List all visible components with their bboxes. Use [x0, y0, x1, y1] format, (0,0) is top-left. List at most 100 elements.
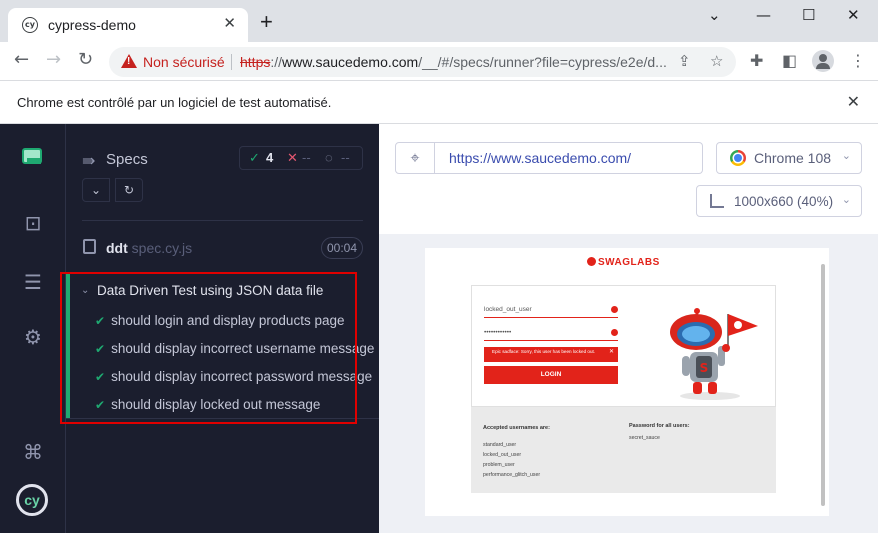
check-icon: ✔ [95, 398, 106, 412]
star-icon[interactable]: ☆ [710, 52, 723, 70]
crosshair-icon[interactable]: ⌖ [395, 142, 435, 174]
chevron-down-icon[interactable]: ⌄ [81, 285, 89, 296]
profile-icon[interactable] [812, 50, 834, 72]
reporter-divider [82, 220, 363, 221]
error-close-icon[interactable]: ✕ [609, 349, 614, 356]
preview-scrollbar[interactable] [821, 264, 825, 506]
failed-icon: ✕ [287, 150, 298, 165]
share-icon[interactable]: ⇪ [678, 52, 691, 70]
cypress-logo-text: cy [24, 492, 40, 508]
suite-title[interactable]: Data Driven Test using JSON data file [97, 283, 323, 298]
aut-panel: ⌖ https://www.saucedemo.com/ Chrome 108 … [379, 124, 878, 533]
cypress-side-nav: ⊡ ☰ ⚙ ⌘ cy [0, 124, 66, 533]
password-value: •••••••••••• [484, 329, 512, 336]
viewport-label: 1000x660 (40%) [734, 194, 834, 209]
maximize-icon[interactable]: ☐ [802, 6, 815, 24]
swag-logo-icon [587, 257, 596, 266]
test-title: should login and display products page [111, 313, 345, 328]
address-separator [231, 54, 232, 70]
pending-icon: ◌ [325, 150, 333, 165]
username-item: performance_glitch_user [483, 472, 541, 478]
command-icon[interactable]: ⌘ [22, 441, 44, 463]
aut-header: ⌖ https://www.saucedemo.com/ Chrome 108 … [379, 124, 878, 234]
insecure-label[interactable]: Non sécurisé [143, 54, 225, 70]
specs-title[interactable]: Specs [106, 151, 148, 168]
passed-count: 4 [266, 150, 274, 165]
side-panel-icon[interactable]: ◧ [782, 51, 797, 70]
test-row[interactable]: ✔ should display locked out message [95, 397, 375, 417]
rerun-button[interactable]: ↻ [115, 178, 143, 202]
address-bar[interactable]: Non sécurisé https://www.saucedemo.com/_… [109, 47, 736, 77]
tab-close-icon[interactable]: ✕ [223, 14, 236, 32]
aut-url[interactable]: https://www.saucedemo.com/ [435, 142, 703, 174]
reload-icon[interactable]: ↻ [78, 50, 93, 70]
username-input[interactable]: locked_out_user [484, 304, 618, 318]
browser-toolbar: ← → ↻ Non sécurisé https://www.saucedemo… [0, 42, 878, 80]
spec-file-name[interactable]: ddt spec.cy.js [106, 240, 192, 256]
check-icon: ✔ [95, 314, 106, 328]
url-text[interactable]: https://www.saucedemo.com/__/#/specs/run… [240, 54, 670, 70]
list-icon[interactable]: ☰ [22, 271, 44, 293]
app-preview: SWAGLABS locked_out_user •••••••••••• Ep… [425, 248, 829, 516]
title-bar: cy cypress-demo ✕ + ⌄ — ☐ ✕ [0, 0, 878, 42]
viewport-selector[interactable]: 1000x660 (40%) ⌄ [696, 185, 862, 217]
password-input[interactable]: •••••••••••• [484, 327, 618, 341]
chrome-icon [730, 150, 746, 166]
close-window-icon[interactable]: ✕ [847, 6, 860, 24]
test-stats: ✓ 4 ✕ -- ◌ -- [239, 146, 363, 170]
warning-icon[interactable] [121, 54, 137, 68]
test-title: should display incorrect password messag… [111, 369, 373, 384]
accepted-usernames-heading: Accepted usernames are: [483, 425, 550, 431]
new-tab-icon[interactable]: + [260, 11, 273, 33]
url-scheme-separator: :// [270, 54, 283, 70]
error-message: Epic sadface: Sorry, this user has been … [484, 347, 618, 362]
spec-extension: spec.cy.js [127, 240, 193, 256]
runner-icon[interactable]: ⊡ [22, 212, 44, 234]
test-row[interactable]: ✔ should display incorrect password messa… [95, 369, 375, 389]
file-icon [83, 239, 96, 254]
check-icon: ✔ [95, 342, 106, 356]
infobar-text: Chrome est contrôlé par un logiciel de t… [17, 95, 332, 110]
test-row[interactable]: ✔ should login and display products page [95, 313, 375, 333]
cypress-logo-icon[interactable]: cy [16, 484, 48, 516]
gear-icon[interactable]: ⚙ [22, 326, 44, 348]
test-title: should display locked out message [111, 397, 321, 412]
error-icon [611, 306, 618, 313]
credentials-box: Accepted usernames are: standard_user lo… [471, 407, 776, 493]
pending-count: -- [341, 150, 350, 165]
specs-icon[interactable]: ⇛ [82, 151, 95, 170]
robot-mascot-icon: S [670, 308, 758, 400]
spec-name: ddt [106, 240, 128, 256]
chevron-down-icon[interactable]: ⌄ [708, 6, 721, 24]
error-icon [611, 329, 618, 336]
chevron-down-icon: ⌄ [841, 149, 851, 162]
test-suite: ⌄ Data Driven Test using JSON data file … [66, 272, 379, 418]
url-host: www.saucedemo.com [282, 54, 419, 70]
username-item: standard_user [483, 442, 517, 448]
reporter-panel: ⇛ Specs ✓ 4 ✕ -- ◌ -- ⌄ ↻ ddt spec.cy.js… [66, 124, 379, 533]
swag-logo-text: SWAGLABS [598, 257, 660, 268]
username-value: locked_out_user [484, 306, 532, 313]
chevron-down-icon: ⌄ [841, 193, 851, 206]
svg-text:S: S [700, 361, 709, 375]
failed-count: -- [302, 150, 311, 165]
kebab-menu-icon[interactable]: ⋮ [850, 51, 866, 70]
test-row[interactable]: ✔ should display incorrect username messa… [95, 341, 375, 361]
automation-infobar: Chrome est contrôlé par un logiciel de t… [0, 80, 878, 124]
suite-divider [66, 418, 379, 419]
login-form: locked_out_user •••••••••••• Epic sadfac… [471, 285, 776, 407]
check-icon: ✔ [95, 370, 106, 384]
puzzle-icon[interactable]: ✚ [750, 51, 763, 70]
back-icon[interactable]: ← [14, 50, 29, 70]
login-button[interactable]: LOGIN [484, 366, 618, 384]
infobar-close-icon[interactable]: ✕ [847, 92, 860, 111]
browser-tab[interactable]: cy cypress-demo ✕ [8, 8, 248, 42]
forward-icon[interactable]: → [46, 50, 61, 70]
username-item: problem_user [483, 462, 515, 468]
minimize-icon[interactable]: — [756, 6, 771, 24]
app-logo-icon[interactable] [22, 148, 42, 164]
browser-selector[interactable]: Chrome 108 ⌄ [716, 142, 862, 174]
password-heading: Password for all users: [629, 423, 690, 429]
spec-duration: 00:04 [321, 237, 363, 259]
expand-collapse-button[interactable]: ⌄ [82, 178, 110, 202]
